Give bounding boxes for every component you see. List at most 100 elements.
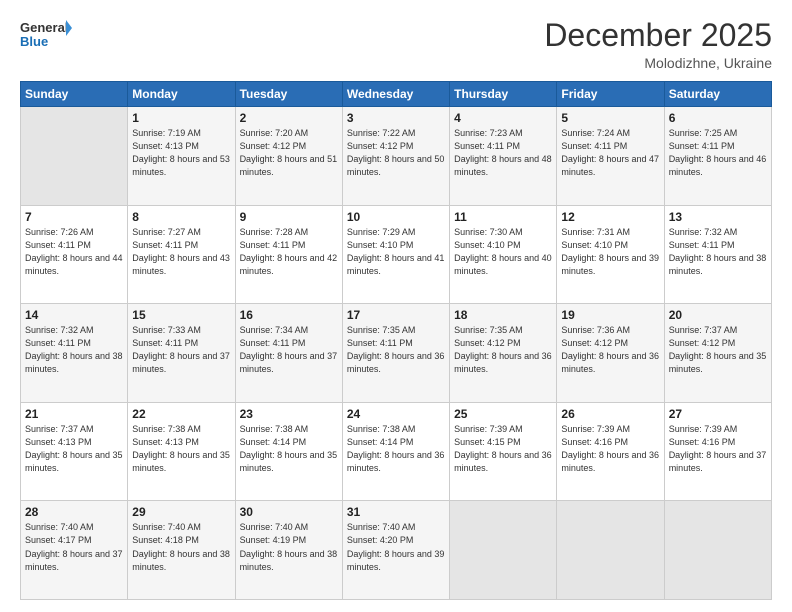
calendar-cell: 27 Sunrise: 7:39 AM Sunset: 4:16 PM Dayli… <box>664 402 771 501</box>
day-info: Sunrise: 7:25 AM Sunset: 4:11 PM Dayligh… <box>669 127 767 179</box>
day-number: 4 <box>454 111 552 125</box>
calendar-cell: 18Sunrise: 7:35 AM Sunset: 4:12 PM Dayli… <box>450 304 557 403</box>
day-info: Sunrise: 7:39 AM Sunset: 4:16 PM Dayligh… <box>561 423 659 475</box>
location: Molodizhne, Ukraine <box>544 55 772 71</box>
calendar-cell <box>664 501 771 600</box>
day-number: 15 <box>132 308 230 322</box>
weekday-header-saturday: Saturday <box>664 82 771 107</box>
day-number: 14 <box>25 308 123 322</box>
day-info: Sunrise: 7:38 AM Sunset: 4:14 PM Dayligh… <box>240 423 338 475</box>
calendar-cell <box>450 501 557 600</box>
calendar-week-row: 1 Sunrise: 7:19 AM Sunset: 4:13 PM Daylig… <box>21 107 772 206</box>
day-number: 22 <box>132 407 230 421</box>
calendar-cell: 22 Sunrise: 7:38 AM Sunset: 4:13 PM Dayli… <box>128 402 235 501</box>
day-info: Sunrise: 7:32 AM Sunset: 4:11 PM Dayligh… <box>25 324 123 376</box>
day-number: 21 <box>25 407 123 421</box>
calendar-cell: 24 Sunrise: 7:38 AM Sunset: 4:14 PM Dayli… <box>342 402 449 501</box>
calendar-week-row: 28 Sunrise: 7:40 AM Sunset: 4:17 PM Dayli… <box>21 501 772 600</box>
day-number: 16 <box>240 308 338 322</box>
day-info: Sunrise: 7:39 AM Sunset: 4:15 PM Dayligh… <box>454 423 552 475</box>
day-info: Sunrise: 7:37 AM Sunset: 4:12 PM Dayligh… <box>669 324 767 376</box>
calendar-cell: 10Sunrise: 7:29 AM Sunset: 4:10 PM Dayli… <box>342 205 449 304</box>
day-info: Sunrise: 7:27 AM Sunset: 4:11 PM Dayligh… <box>132 226 230 278</box>
calendar-cell: 20 Sunrise: 7:37 AM Sunset: 4:12 PM Dayli… <box>664 304 771 403</box>
day-number: 9 <box>240 210 338 224</box>
weekday-header-wednesday: Wednesday <box>342 82 449 107</box>
day-number: 13 <box>669 210 767 224</box>
calendar-cell: 5 Sunrise: 7:24 AM Sunset: 4:11 PM Daylig… <box>557 107 664 206</box>
calendar-cell: 19 Sunrise: 7:36 AM Sunset: 4:12 PM Dayli… <box>557 304 664 403</box>
calendar-cell: 31Sunrise: 7:40 AM Sunset: 4:20 PM Dayli… <box>342 501 449 600</box>
calendar-week-row: 14 Sunrise: 7:32 AM Sunset: 4:11 PM Dayli… <box>21 304 772 403</box>
day-info: Sunrise: 7:24 AM Sunset: 4:11 PM Dayligh… <box>561 127 659 179</box>
day-number: 11 <box>454 210 552 224</box>
calendar-cell <box>557 501 664 600</box>
day-info: Sunrise: 7:40 AM Sunset: 4:17 PM Dayligh… <box>25 521 123 573</box>
day-number: 5 <box>561 111 659 125</box>
day-number: 25 <box>454 407 552 421</box>
day-info: Sunrise: 7:20 AM Sunset: 4:12 PM Dayligh… <box>240 127 338 179</box>
calendar-cell: 8 Sunrise: 7:27 AM Sunset: 4:11 PM Daylig… <box>128 205 235 304</box>
day-info: Sunrise: 7:35 AM Sunset: 4:12 PM Dayligh… <box>454 324 552 376</box>
calendar-week-row: 7 Sunrise: 7:26 AM Sunset: 4:11 PM Daylig… <box>21 205 772 304</box>
day-info: Sunrise: 7:30 AM Sunset: 4:10 PM Dayligh… <box>454 226 552 278</box>
day-number: 6 <box>669 111 767 125</box>
calendar-cell: 9 Sunrise: 7:28 AM Sunset: 4:11 PM Daylig… <box>235 205 342 304</box>
calendar-cell: 3Sunrise: 7:22 AM Sunset: 4:12 PM Daylig… <box>342 107 449 206</box>
calendar-week-row: 21Sunrise: 7:37 AM Sunset: 4:13 PM Dayli… <box>21 402 772 501</box>
weekday-header-friday: Friday <box>557 82 664 107</box>
day-number: 7 <box>25 210 123 224</box>
calendar-cell: 25 Sunrise: 7:39 AM Sunset: 4:15 PM Dayli… <box>450 402 557 501</box>
svg-text:General: General <box>20 20 68 35</box>
day-number: 20 <box>669 308 767 322</box>
day-info: Sunrise: 7:19 AM Sunset: 4:13 PM Dayligh… <box>132 127 230 179</box>
day-info: Sunrise: 7:39 AM Sunset: 4:16 PM Dayligh… <box>669 423 767 475</box>
day-number: 28 <box>25 505 123 519</box>
calendar-cell: 15 Sunrise: 7:33 AM Sunset: 4:11 PM Dayli… <box>128 304 235 403</box>
weekday-header-row: SundayMondayTuesdayWednesdayThursdayFrid… <box>21 82 772 107</box>
calendar-cell: 16Sunrise: 7:34 AM Sunset: 4:11 PM Dayli… <box>235 304 342 403</box>
calendar-cell: 14 Sunrise: 7:32 AM Sunset: 4:11 PM Dayli… <box>21 304 128 403</box>
calendar-cell: 21Sunrise: 7:37 AM Sunset: 4:13 PM Dayli… <box>21 402 128 501</box>
day-info: Sunrise: 7:28 AM Sunset: 4:11 PM Dayligh… <box>240 226 338 278</box>
title-block: December 2025 Molodizhne, Ukraine <box>544 18 772 71</box>
calendar-cell: 4 Sunrise: 7:23 AM Sunset: 4:11 PM Daylig… <box>450 107 557 206</box>
weekday-header-thursday: Thursday <box>450 82 557 107</box>
day-info: Sunrise: 7:23 AM Sunset: 4:11 PM Dayligh… <box>454 127 552 179</box>
day-number: 1 <box>132 111 230 125</box>
calendar-cell: 2 Sunrise: 7:20 AM Sunset: 4:12 PM Daylig… <box>235 107 342 206</box>
day-info: Sunrise: 7:33 AM Sunset: 4:11 PM Dayligh… <box>132 324 230 376</box>
calendar-cell: 30Sunrise: 7:40 AM Sunset: 4:19 PM Dayli… <box>235 501 342 600</box>
day-number: 10 <box>347 210 445 224</box>
day-number: 26 <box>561 407 659 421</box>
calendar-cell: 23 Sunrise: 7:38 AM Sunset: 4:14 PM Dayli… <box>235 402 342 501</box>
calendar-cell: 29Sunrise: 7:40 AM Sunset: 4:18 PM Dayli… <box>128 501 235 600</box>
month-title: December 2025 <box>544 18 772 53</box>
day-info: Sunrise: 7:35 AM Sunset: 4:11 PM Dayligh… <box>347 324 445 376</box>
header: General Blue December 2025 Molodizhne, U… <box>20 18 772 71</box>
day-info: Sunrise: 7:40 AM Sunset: 4:20 PM Dayligh… <box>347 521 445 573</box>
day-info: Sunrise: 7:38 AM Sunset: 4:13 PM Dayligh… <box>132 423 230 475</box>
svg-text:Blue: Blue <box>20 34 48 49</box>
day-number: 12 <box>561 210 659 224</box>
logo: General Blue <box>20 18 72 54</box>
weekday-header-tuesday: Tuesday <box>235 82 342 107</box>
calendar-table: SundayMondayTuesdayWednesdayThursdayFrid… <box>20 81 772 600</box>
day-number: 8 <box>132 210 230 224</box>
day-info: Sunrise: 7:26 AM Sunset: 4:11 PM Dayligh… <box>25 226 123 278</box>
weekday-header-sunday: Sunday <box>21 82 128 107</box>
calendar-cell: 12Sunrise: 7:31 AM Sunset: 4:10 PM Dayli… <box>557 205 664 304</box>
day-number: 29 <box>132 505 230 519</box>
day-number: 23 <box>240 407 338 421</box>
day-info: Sunrise: 7:32 AM Sunset: 4:11 PM Dayligh… <box>669 226 767 278</box>
day-number: 24 <box>347 407 445 421</box>
day-info: Sunrise: 7:36 AM Sunset: 4:12 PM Dayligh… <box>561 324 659 376</box>
day-number: 27 <box>669 407 767 421</box>
day-number: 17 <box>347 308 445 322</box>
calendar-cell: 7 Sunrise: 7:26 AM Sunset: 4:11 PM Daylig… <box>21 205 128 304</box>
calendar-cell: 26 Sunrise: 7:39 AM Sunset: 4:16 PM Dayli… <box>557 402 664 501</box>
day-info: Sunrise: 7:38 AM Sunset: 4:14 PM Dayligh… <box>347 423 445 475</box>
day-number: 19 <box>561 308 659 322</box>
day-number: 2 <box>240 111 338 125</box>
calendar-cell: 11 Sunrise: 7:30 AM Sunset: 4:10 PM Dayli… <box>450 205 557 304</box>
